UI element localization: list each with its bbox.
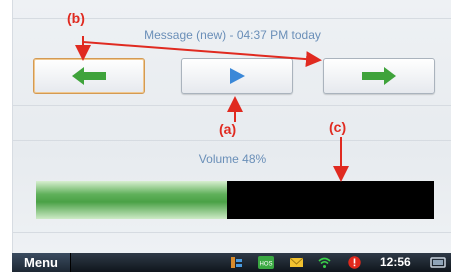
annotation-a: (a) xyxy=(219,121,237,137)
alert-icon[interactable] xyxy=(348,256,361,269)
wifi-signal-icon[interactable] xyxy=(318,256,331,269)
hos-icon[interactable]: HOS xyxy=(258,256,274,269)
taskbar: Menu HOS 12:56 xyxy=(12,253,451,272)
tasks-icon[interactable] xyxy=(230,256,243,269)
annotation-b: (b) xyxy=(67,10,85,26)
annotation-c: (c) xyxy=(329,119,347,135)
menu-button[interactable]: Menu xyxy=(12,253,71,272)
mail-icon[interactable] xyxy=(290,256,303,269)
tablet-icon[interactable] xyxy=(430,256,446,269)
hos-text: HOS xyxy=(259,262,272,268)
clock: 12:56 xyxy=(380,255,411,269)
